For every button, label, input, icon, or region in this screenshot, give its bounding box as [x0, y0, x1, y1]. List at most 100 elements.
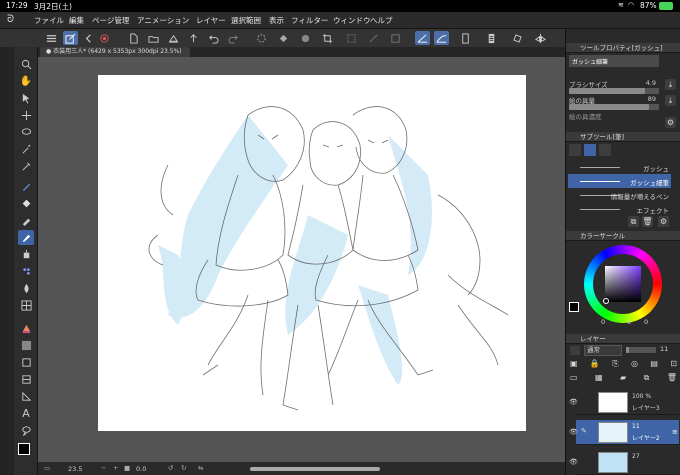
delete-layer-icon[interactable]: 🗑: [667, 373, 677, 385]
color-wheel[interactable]: [584, 245, 662, 323]
main-color-swatch[interactable]: [18, 443, 34, 459]
visibility-eye-icon[interactable]: 👁: [569, 428, 578, 436]
copy-layer-icon[interactable]: ⧉: [644, 373, 650, 385]
paint-amount-value[interactable]: 89: [636, 95, 656, 103]
subtool-item-3[interactable]: エフェクト: [568, 202, 671, 216]
rotate-left-icon[interactable]: ↺: [168, 464, 173, 472]
airbrush-icon[interactable]: [18, 247, 34, 262]
zoom-value[interactable]: 23.5: [68, 465, 82, 473]
menu-file[interactable]: ファイル: [34, 15, 64, 26]
paint-amount-slider[interactable]: [569, 104, 659, 110]
open-folder-icon[interactable]: [146, 31, 161, 45]
subtool-settings-icon[interactable]: ⚙: [658, 216, 669, 227]
layer-menu-icon[interactable]: ≡: [672, 428, 678, 436]
zoom-tool-icon[interactable]: [18, 57, 34, 72]
menu-animation[interactable]: アニメーション: [137, 15, 189, 26]
rotate-right-icon[interactable]: ↻: [181, 464, 186, 472]
flip-horizontal-icon[interactable]: ⇆: [198, 464, 203, 472]
redo-icon[interactable]: [226, 31, 241, 45]
new-page-icon[interactable]: [126, 31, 141, 45]
lasso-tool-icon[interactable]: [18, 125, 34, 140]
transform-icon[interactable]: [320, 31, 335, 45]
subtool-item-0[interactable]: ガッシュ: [568, 160, 671, 174]
text-tool-icon[interactable]: A: [18, 406, 34, 421]
stop-icon[interactable]: ■: [124, 464, 130, 472]
current-color-swatch[interactable]: [569, 302, 579, 312]
page-icon[interactable]: [458, 31, 473, 45]
record-icon[interactable]: [97, 31, 112, 45]
magic-wand-icon[interactable]: [18, 142, 34, 157]
operation-tool-icon[interactable]: [18, 91, 34, 106]
merge-icon[interactable]: ⊡: [670, 359, 677, 371]
export-icon[interactable]: [186, 31, 201, 45]
brush-size-value[interactable]: 4.9: [636, 79, 656, 87]
hand-tool-icon[interactable]: ✋: [18, 74, 34, 89]
mask-icon[interactable]: ▤: [650, 359, 658, 371]
lock-icon[interactable]: 🔒: [590, 359, 600, 371]
canvas-paper[interactable]: [98, 75, 526, 431]
menu-view[interactable]: 表示: [269, 15, 284, 26]
menu-window[interactable]: ウィンドウ: [333, 15, 371, 26]
zoom-out-icon[interactable]: −: [101, 464, 106, 472]
new-folder-icon[interactable]: ▰: [620, 373, 626, 385]
layer-row-1[interactable]: 👁 27: [569, 450, 679, 475]
menu-layer[interactable]: レイヤー: [196, 15, 226, 26]
clip-icon[interactable]: ⎘: [612, 359, 618, 371]
visibility-eye-icon[interactable]: 👁: [569, 458, 578, 466]
menu-edit[interactable]: 編集: [69, 15, 84, 26]
copy-subtool-icon[interactable]: ⧉: [628, 216, 639, 227]
layer-property-icon[interactable]: [570, 346, 580, 355]
app-logo-icon[interactable]: ᘐ: [7, 14, 14, 25]
menu-help[interactable]: ヘルプ: [370, 15, 393, 26]
figure-tool-icon[interactable]: [18, 355, 34, 370]
deselect-icon[interactable]: [344, 31, 359, 45]
back-icon[interactable]: [81, 31, 96, 45]
eraser-icon[interactable]: [18, 196, 34, 211]
new-vector-icon[interactable]: ▦: [595, 373, 603, 385]
menu-filter[interactable]: フィルター: [291, 15, 328, 26]
balloon-tool-icon[interactable]: [18, 423, 34, 438]
brush-tool-icon[interactable]: [18, 230, 34, 245]
layer-header[interactable]: レイヤー: [566, 334, 680, 344]
rotate-icon[interactable]: [510, 31, 525, 45]
pencil-icon[interactable]: [18, 213, 34, 228]
edit-mode-icon[interactable]: [63, 31, 78, 45]
brush-size-slider[interactable]: [569, 88, 659, 94]
subtool-item-1[interactable]: ガッシュ細筆: [568, 174, 671, 188]
hamburger-menu-icon[interactable]: [44, 31, 59, 45]
saturation-value-square[interactable]: [603, 266, 641, 304]
angle-value[interactable]: 0.0: [136, 465, 146, 473]
stabilizer-curve-icon[interactable]: [434, 31, 449, 45]
delete-subtool-icon[interactable]: 🗑: [642, 216, 653, 227]
invert-selection-icon[interactable]: [366, 31, 381, 45]
tool-property-header[interactable]: ツールプロパティ[ガッシュ]: [566, 43, 680, 53]
subtool-gouache-icon[interactable]: [584, 144, 596, 156]
fill-icon[interactable]: [276, 31, 291, 45]
layer-opacity-value[interactable]: 11: [660, 345, 668, 353]
tool-settings-icon[interactable]: ⚙: [665, 117, 676, 128]
subtool-item-2[interactable]: 情報量が増えるペン: [568, 188, 671, 202]
subtool-brush-icon[interactable]: [569, 144, 581, 156]
reference-icon[interactable]: ◎: [631, 359, 638, 371]
blend-mode-select[interactable]: 通常: [584, 345, 622, 356]
gradient-icon[interactable]: [18, 338, 34, 353]
move-tool-icon[interactable]: [18, 108, 34, 123]
zoom-in-icon[interactable]: +: [113, 464, 118, 472]
fit-icon[interactable]: ▭: [44, 464, 50, 472]
size-lock-icon[interactable]: ⤓: [665, 79, 676, 90]
undo-icon[interactable]: [206, 31, 221, 45]
subtool-header[interactable]: サブツール[筆]: [566, 132, 680, 142]
menu-page[interactable]: ページ管理: [92, 15, 129, 26]
menu-selection[interactable]: 選択範囲: [231, 15, 261, 26]
loading-icon[interactable]: [254, 31, 269, 45]
new-raster-icon[interactable]: ▭: [570, 373, 578, 385]
amount-lock-icon[interactable]: ⤓: [665, 95, 676, 106]
document-icon[interactable]: [484, 31, 499, 45]
document-tab[interactable]: ● 衣装用三人* (6429 x 5353px 300dpi 23.5%): [40, 47, 190, 57]
fill-bucket-icon[interactable]: [18, 321, 34, 336]
selection-square-icon[interactable]: [388, 31, 403, 45]
ruler-tool-icon[interactable]: [18, 389, 34, 404]
pen-tool-icon[interactable]: [18, 179, 34, 194]
decoration-icon[interactable]: [18, 264, 34, 279]
color-circle-header[interactable]: カラーサークル: [566, 231, 680, 241]
